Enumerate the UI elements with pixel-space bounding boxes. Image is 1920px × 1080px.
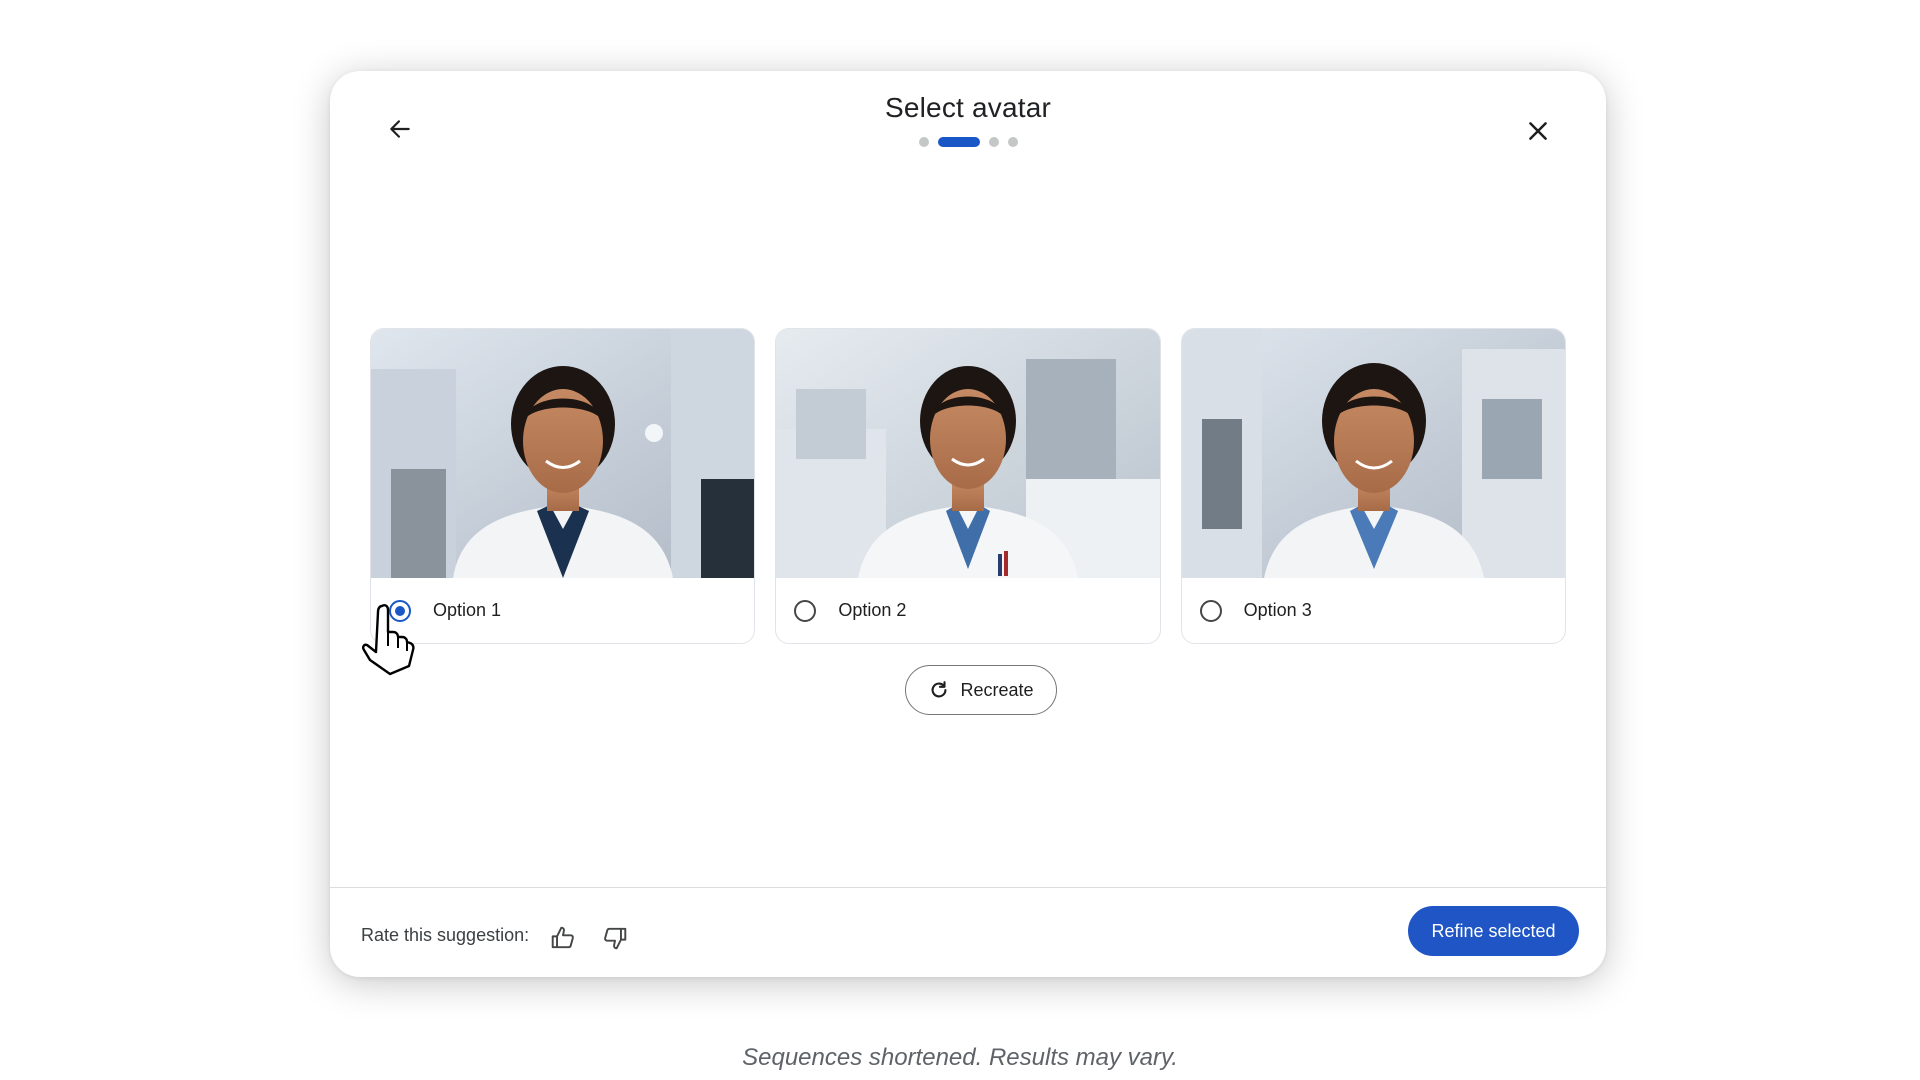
option-label: Option 3 xyxy=(1243,600,1312,620)
close-button[interactable] xyxy=(1510,103,1566,159)
step-dot xyxy=(988,137,999,147)
step-dot xyxy=(918,137,929,147)
recreate-label: Recreate xyxy=(960,679,1034,700)
refresh-icon xyxy=(932,681,947,698)
thumbs-down-button[interactable] xyxy=(598,921,632,955)
disclaimer-text: Sequences shortened. Results may vary. xyxy=(742,1044,1178,1071)
avatar-photo xyxy=(776,329,1160,578)
recreate-button[interactable]: Recreate xyxy=(905,665,1057,715)
hand-pointer-cursor-icon xyxy=(362,604,415,676)
thumbs-up-button[interactable] xyxy=(546,921,580,955)
avatar-option-card[interactable]: Option 2 xyxy=(775,328,1161,644)
option-2-radio[interactable] xyxy=(794,599,817,622)
avatar-option-card[interactable]: Option 1 xyxy=(370,328,756,644)
rate-suggestion-label: Rate this suggestion: xyxy=(361,925,530,945)
option-label: Option 1 xyxy=(433,600,502,620)
step-dot-active xyxy=(937,137,980,147)
step-indicator xyxy=(330,137,1606,147)
step-dot xyxy=(1007,137,1018,147)
avatar-option-card[interactable]: Option 3 xyxy=(1180,328,1566,644)
option-label: Option 2 xyxy=(838,600,907,620)
select-avatar-dialog: Select avatar Option 1 Option 2 Option 3… xyxy=(330,71,1606,977)
refine-selected-button[interactable]: Refine selected xyxy=(1408,906,1579,956)
footer-divider xyxy=(330,887,1606,888)
avatar-photo xyxy=(371,329,755,578)
avatar-options: Option 1 Option 2 Option 3 xyxy=(370,328,1566,644)
dialog-title: Select avatar xyxy=(884,92,1052,123)
close-icon xyxy=(1529,122,1547,140)
thumbs-down-icon xyxy=(604,927,627,950)
option-3-radio[interactable] xyxy=(1199,599,1222,622)
avatar-photo xyxy=(1181,329,1565,578)
thumbs-up-icon xyxy=(551,926,574,949)
